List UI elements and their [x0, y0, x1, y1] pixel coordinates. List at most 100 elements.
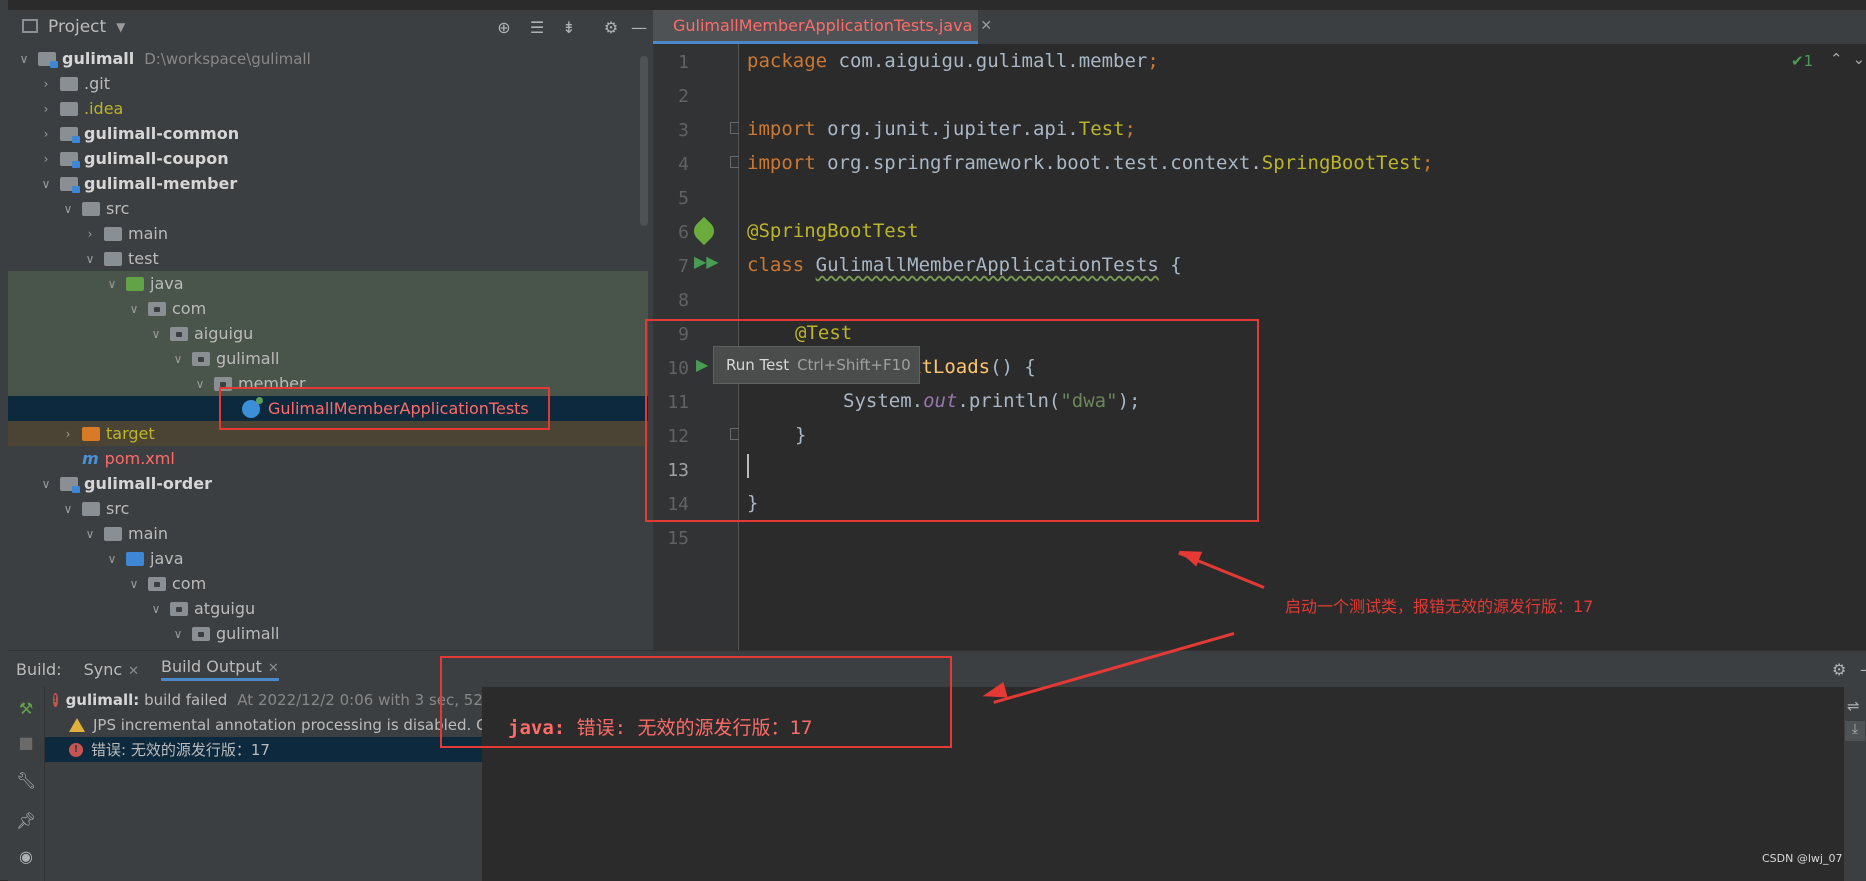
folder-icon [60, 101, 78, 116]
close-icon[interactable]: ✕ [128, 664, 139, 679]
gear-icon[interactable]: ⚙ [1832, 660, 1846, 679]
tree-item-gulimall-common[interactable]: › gulimall-common [8, 121, 648, 146]
chevron-right-icon[interactable]: › [38, 77, 54, 91]
chevron-down-icon[interactable]: ∨ [60, 202, 76, 216]
run-all-tests-icon[interactable]: ▶▶ [694, 252, 719, 271]
tree-item-git[interactable]: › .git [8, 71, 648, 96]
minimize-icon[interactable]: — [628, 17, 650, 39]
tab-sync[interactable]: Sync ✕ [84, 660, 139, 679]
chevron-down-icon[interactable]: ∨ [38, 477, 54, 491]
editor-tab-active[interactable]: GulimallMemberApplicationTests.java ✕ [653, 10, 992, 44]
tab-build-output[interactable]: Build Output ✕ [161, 657, 279, 681]
chevron-down-icon[interactable]: ▼ [116, 20, 125, 34]
chevron-down-icon[interactable]: ∨ [148, 327, 164, 341]
tree-item-gulimall-pkg[interactable]: ∨ gulimall [8, 621, 648, 646]
package-icon [170, 326, 188, 341]
stop-icon[interactable]: ■ [16, 733, 36, 752]
tree-item-label: gulimall-member [84, 174, 238, 193]
tree-item-gulimall-coupon[interactable]: › gulimall-coupon [8, 146, 648, 171]
highlight-box-test-class [219, 387, 550, 430]
chevron-right-icon[interactable]: › [82, 227, 98, 241]
inspections-widget[interactable]: ✔1 [1791, 52, 1813, 70]
tree-item-gulimall-order[interactable]: ∨ gulimall-order [8, 471, 648, 496]
chevron-down-icon[interactable]: ∨ [16, 52, 32, 66]
chevron-down-icon[interactable]: ∨ [148, 602, 164, 616]
chevron-down-icon[interactable]: ∨ [170, 627, 186, 641]
tree-item-pom[interactable]: m pom.xml [8, 446, 648, 471]
warning-icon [69, 717, 85, 732]
tree-item-label: target [106, 424, 155, 443]
tree-item-com[interactable]: ∨ com [8, 296, 648, 321]
chevron-down-icon[interactable]: ∨ [104, 552, 120, 566]
module-folder-icon [60, 476, 80, 493]
locate-icon[interactable]: ⊕ [493, 17, 515, 39]
tree-item-test[interactable]: ∨ test [8, 246, 648, 271]
close-icon[interactable]: ✕ [980, 18, 992, 34]
collapse-all-icon[interactable]: ⇟ [558, 17, 580, 39]
tree-item-label: gulimall [62, 49, 135, 68]
chevron-down-icon[interactable]: ∨ [126, 302, 142, 316]
tree-item-label: gulimall-order [84, 474, 212, 493]
eye-icon[interactable]: ◉ [16, 847, 36, 866]
project-view-icon [22, 19, 38, 33]
minimize-icon[interactable]: — [1860, 660, 1866, 679]
tree-item-label: src [106, 499, 130, 518]
tree-item-java[interactable]: ∨ java [8, 546, 648, 571]
hammer-icon[interactable]: ⚒ [16, 699, 36, 718]
tree-item-label: .git [84, 74, 110, 93]
tree-item-main[interactable]: › main [8, 221, 648, 246]
chevron-right-icon[interactable]: › [38, 102, 54, 116]
tree-item-src[interactable]: ∨ src [8, 496, 648, 521]
chevron-right-icon[interactable]: › [38, 127, 54, 141]
inspection-nav-icons[interactable]: ⌃⌄ [1830, 50, 1866, 68]
chevron-down-icon[interactable]: ∨ [170, 352, 186, 366]
build-tree-row-warning[interactable]: JPS incremental annotation processing is… [45, 712, 482, 737]
tree-item-gulimall-member[interactable]: ∨ gulimall-member [8, 171, 648, 196]
build-tree-row-failed[interactable]: ! gulimall: build failed At 2022/12/2 0:… [45, 687, 482, 712]
line-number: 2 [678, 86, 689, 107]
wrench-icon[interactable]: 🔧︎ [16, 771, 36, 790]
project-panel: Project ▼ ⊕ ☰ ⇟ ⚙ — ∨ gulimall D:\worksp… [8, 10, 653, 650]
module-folder-icon [60, 176, 80, 193]
chevron-down-icon[interactable]: ∨ [192, 377, 208, 391]
chevron-down-icon[interactable]: ∨ [82, 252, 98, 266]
chevron-right-icon[interactable]: › [60, 427, 76, 441]
tree-item-idea[interactable]: › .idea [8, 96, 648, 121]
tree-item-label: com [172, 299, 207, 318]
chevron-down-icon[interactable]: ∨ [38, 177, 54, 191]
soft-wrap-icon[interactable]: ⇌ [1847, 697, 1860, 715]
tree-item-com[interactable]: ∨ com [8, 571, 648, 596]
expand-all-icon[interactable]: ☰ [526, 17, 548, 39]
package-icon [192, 351, 210, 366]
line-number: 15 [667, 528, 689, 549]
build-label: Build: [16, 659, 62, 679]
tree-item-atguigu[interactable]: ∨ atguigu [8, 596, 648, 621]
folder-icon [104, 226, 122, 241]
folder-icon [82, 501, 100, 516]
gear-icon[interactable]: ⚙ [600, 17, 622, 39]
chevron-down-icon[interactable]: ∨ [82, 527, 98, 541]
line-number: 7 [678, 256, 689, 277]
chevron-down-icon[interactable]: ∨ [104, 277, 120, 291]
project-title[interactable]: Project [48, 17, 106, 37]
highlight-box-code [645, 319, 1259, 522]
pin-icon[interactable]: 📌︎ [16, 811, 36, 830]
package-icon [170, 601, 188, 616]
tree-item-gulimall-pkg[interactable]: ∨ gulimall [8, 346, 648, 371]
code-line-4: import org.springframework.boot.test.con… [747, 152, 1434, 174]
scroll-to-end-icon[interactable]: ⤓ [1845, 721, 1865, 741]
code-line-1: package com.aiguigu.gulimall.member; [747, 50, 1159, 72]
close-icon[interactable]: ✕ [268, 661, 279, 676]
project-header: Project ▼ ⊕ ☰ ⇟ ⚙ — [8, 10, 653, 44]
chevron-down-icon[interactable]: ∨ [60, 502, 76, 516]
build-tree-row-error[interactable]: ! 错误: 无效的源发行版：17 [45, 737, 482, 762]
tree-item-java[interactable]: ∨ java [8, 271, 648, 296]
tree-item-gulimall[interactable]: ∨ gulimall D:\workspace\gulimall [8, 46, 648, 71]
tree-item-label: main [128, 224, 168, 243]
chevron-down-icon[interactable]: ∨ [126, 577, 142, 591]
tree-item-aiguigu[interactable]: ∨ aiguigu [8, 321, 648, 346]
tree-item-src[interactable]: ∨ src [8, 196, 648, 221]
chevron-right-icon[interactable]: › [38, 152, 54, 166]
tree-scrollbar[interactable] [640, 56, 648, 226]
tree-item-main[interactable]: ∨ main [8, 521, 648, 546]
